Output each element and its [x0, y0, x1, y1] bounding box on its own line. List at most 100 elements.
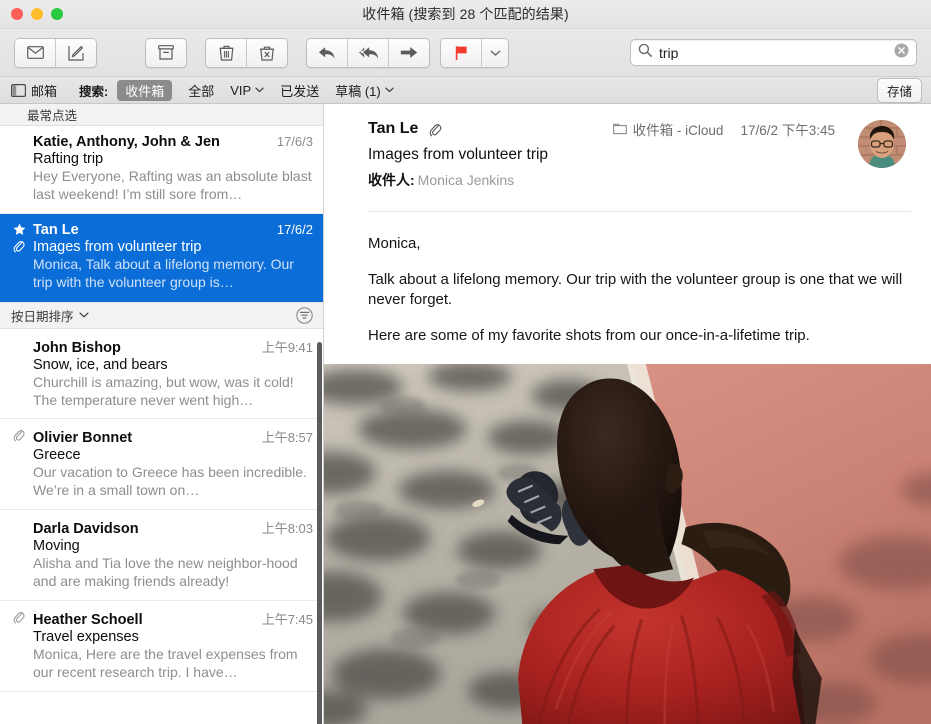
message-preview: Hey Everyone, Rafting was an absolute bl… — [33, 168, 312, 202]
toolbar-group-archive — [145, 37, 187, 68]
scope-item-vip[interactable]: VIP — [230, 83, 264, 98]
message-from: Tan Le — [368, 120, 419, 137]
clear-circle-icon — [894, 43, 909, 57]
avatar-image — [858, 120, 906, 168]
paperclip-icon — [13, 430, 25, 442]
mail-window: 收件箱 (搜索到 28 个匹配的结果) trip 邮箱 搜索: 收件箱 全部 V… — [0, 0, 931, 724]
message-preview: Our vacation to Greece has been incredib… — [33, 464, 307, 499]
row-badges — [9, 223, 29, 253]
message-to-value[interactable]: Monica Jenkins — [418, 172, 515, 188]
message-datetime: 17/6/2 下午3:45 — [740, 123, 835, 138]
search-input-value[interactable]: trip — [659, 46, 894, 60]
top-hits-header: 最常点选 — [0, 104, 323, 126]
compose-icon — [68, 45, 84, 61]
message-attachment-image[interactable] — [324, 363, 931, 724]
main-split: 最常点选 Katie, Anthony, John & Jen 17/6/3 R… — [0, 104, 931, 724]
message-sender: Katie, Anthony, John & Jen — [33, 134, 220, 150]
reply-button[interactable] — [307, 38, 348, 67]
sidebar-toggle-label: 邮箱 — [31, 83, 58, 99]
table-row[interactable]: Heather Schoell 上午7:45 Travel expenses M… — [0, 601, 323, 692]
zoom-button[interactable] — [51, 8, 63, 20]
scope-item-inbox[interactable]: 收件箱 — [117, 79, 173, 101]
message-date: 上午7:45 — [261, 612, 313, 628]
message-mailbox: 收件箱 - iCloud — [612, 119, 724, 139]
compose-button[interactable] — [56, 38, 96, 67]
message-mailbox-label: 收件箱 - iCloud — [632, 123, 724, 138]
save-search-button[interactable]: 存储 — [876, 77, 922, 103]
toolbar-group-flag — [440, 37, 509, 68]
message-header: Tan Le 收件箱 - iCloud 17/6/2 下午3:45 Images… — [324, 104, 931, 200]
sidebar-toggle-button[interactable]: 邮箱 — [11, 81, 57, 100]
paperclip-icon — [13, 240, 25, 253]
message-subject-header: Images from volunteer trip — [368, 146, 549, 163]
forward-icon — [400, 47, 418, 58]
message-recipients: 收件人: Monica Jenkins — [368, 170, 911, 190]
message-date: 17/6/3 — [276, 134, 313, 149]
junk-icon — [260, 46, 274, 61]
sort-order-button[interactable]: 按日期排序 — [11, 306, 89, 325]
chevron-down-icon — [78, 312, 89, 318]
flag-button[interactable] — [441, 38, 482, 67]
message-body: Monica, Talk about a lifelong memory. Ou… — [324, 212, 931, 346]
message-date: 上午8:57 — [261, 430, 313, 446]
table-row[interactable]: John Bishop 上午9:41 Snow, ice, and bears … — [0, 329, 323, 420]
table-row[interactable]: Katie, Anthony, John & Jen 17/6/3 Raftin… — [0, 126, 323, 214]
chevron-down-icon — [490, 50, 500, 56]
close-button[interactable] — [11, 8, 23, 20]
search-field[interactable]: trip — [630, 39, 917, 66]
envelope-icon — [26, 46, 44, 59]
filter-circle-icon — [296, 306, 313, 324]
scope-item-all[interactable]: 全部 — [188, 81, 214, 100]
toolbar-group-new — [14, 37, 97, 68]
junk-button[interactable] — [247, 38, 287, 67]
attachment-photo — [324, 363, 931, 724]
message-sender: Tan Le — [33, 221, 79, 238]
message-sender: Heather Schoell — [33, 612, 143, 629]
reply-all-button[interactable] — [348, 38, 389, 67]
search-icon — [638, 43, 652, 62]
scope-item-list: 收件箱 全部 VIP 已发送 草稿 (1) — [117, 79, 394, 101]
search-scope-label: 搜索: — [79, 84, 109, 99]
folder-icon — [612, 123, 627, 135]
flag-menu-button[interactable] — [482, 38, 508, 67]
message-sender: Olivier Bonnet — [33, 430, 133, 447]
message-body-paragraph: Here are some of my favorite shots from … — [368, 326, 810, 344]
star-icon — [13, 223, 25, 235]
sort-bar: 按日期排序 — [0, 301, 323, 329]
filter-button[interactable] — [296, 306, 313, 324]
chevron-down-icon — [255, 87, 264, 93]
sidebar-icon — [11, 83, 26, 97]
window-title: 收件箱 (搜索到 28 个匹配的结果) — [362, 6, 569, 22]
message-subject: Images from volunteer trip — [33, 238, 202, 255]
message-body-paragraph: Talk about a lifelong memory. Our trip w… — [368, 270, 903, 308]
message-preview: Alisha and Tia love the new neighbor-hoo… — [33, 555, 298, 590]
row-badges — [9, 610, 29, 624]
paperclip-icon — [429, 122, 442, 137]
get-mail-button[interactable] — [15, 38, 56, 67]
archive-button[interactable] — [146, 38, 186, 67]
message-preview: Churchill is amazing, but wow, was it co… — [33, 373, 294, 408]
scope-item-sent-label: 已发送 — [280, 83, 320, 99]
reply-all-icon — [358, 46, 378, 59]
message-list-scrollbar[interactable] — [317, 342, 322, 724]
titlebar: 收件箱 (搜索到 28 个匹配的结果) — [0, 0, 931, 29]
message-list[interactable]: 最常点选 Katie, Anthony, John & Jen 17/6/3 R… — [0, 104, 324, 724]
table-row[interactable]: Darla Davidson 上午8:03 Moving Alisha and … — [0, 510, 323, 602]
scope-item-sent[interactable]: 已发送 — [280, 81, 319, 100]
search-clear-button[interactable] — [894, 43, 909, 63]
forward-button[interactable] — [389, 38, 429, 67]
table-row[interactable]: Olivier Bonnet 上午8:57 Greece Our vacatio… — [0, 419, 323, 511]
delete-button[interactable] — [206, 38, 247, 67]
message-body-paragraph: Monica, — [368, 235, 421, 252]
toolbar-group-reply — [306, 37, 430, 68]
minimize-button[interactable] — [31, 8, 43, 20]
message-subject: Snow, ice, and bears — [33, 356, 168, 373]
message-subject: Rafting trip — [33, 151, 104, 167]
avatar[interactable] — [858, 120, 906, 168]
table-row[interactable]: Tan Le 17/6/2 Images from volunteer trip… — [0, 213, 323, 302]
message-preview: Monica, Talk about a lifelong memory. Ou… — [33, 255, 294, 290]
message-subject: Travel expenses — [33, 629, 139, 646]
message-sender: John Bishop — [33, 339, 121, 356]
message-sender: Darla Davidson — [33, 521, 139, 538]
scope-item-drafts[interactable]: 草稿 (1) — [335, 81, 394, 100]
